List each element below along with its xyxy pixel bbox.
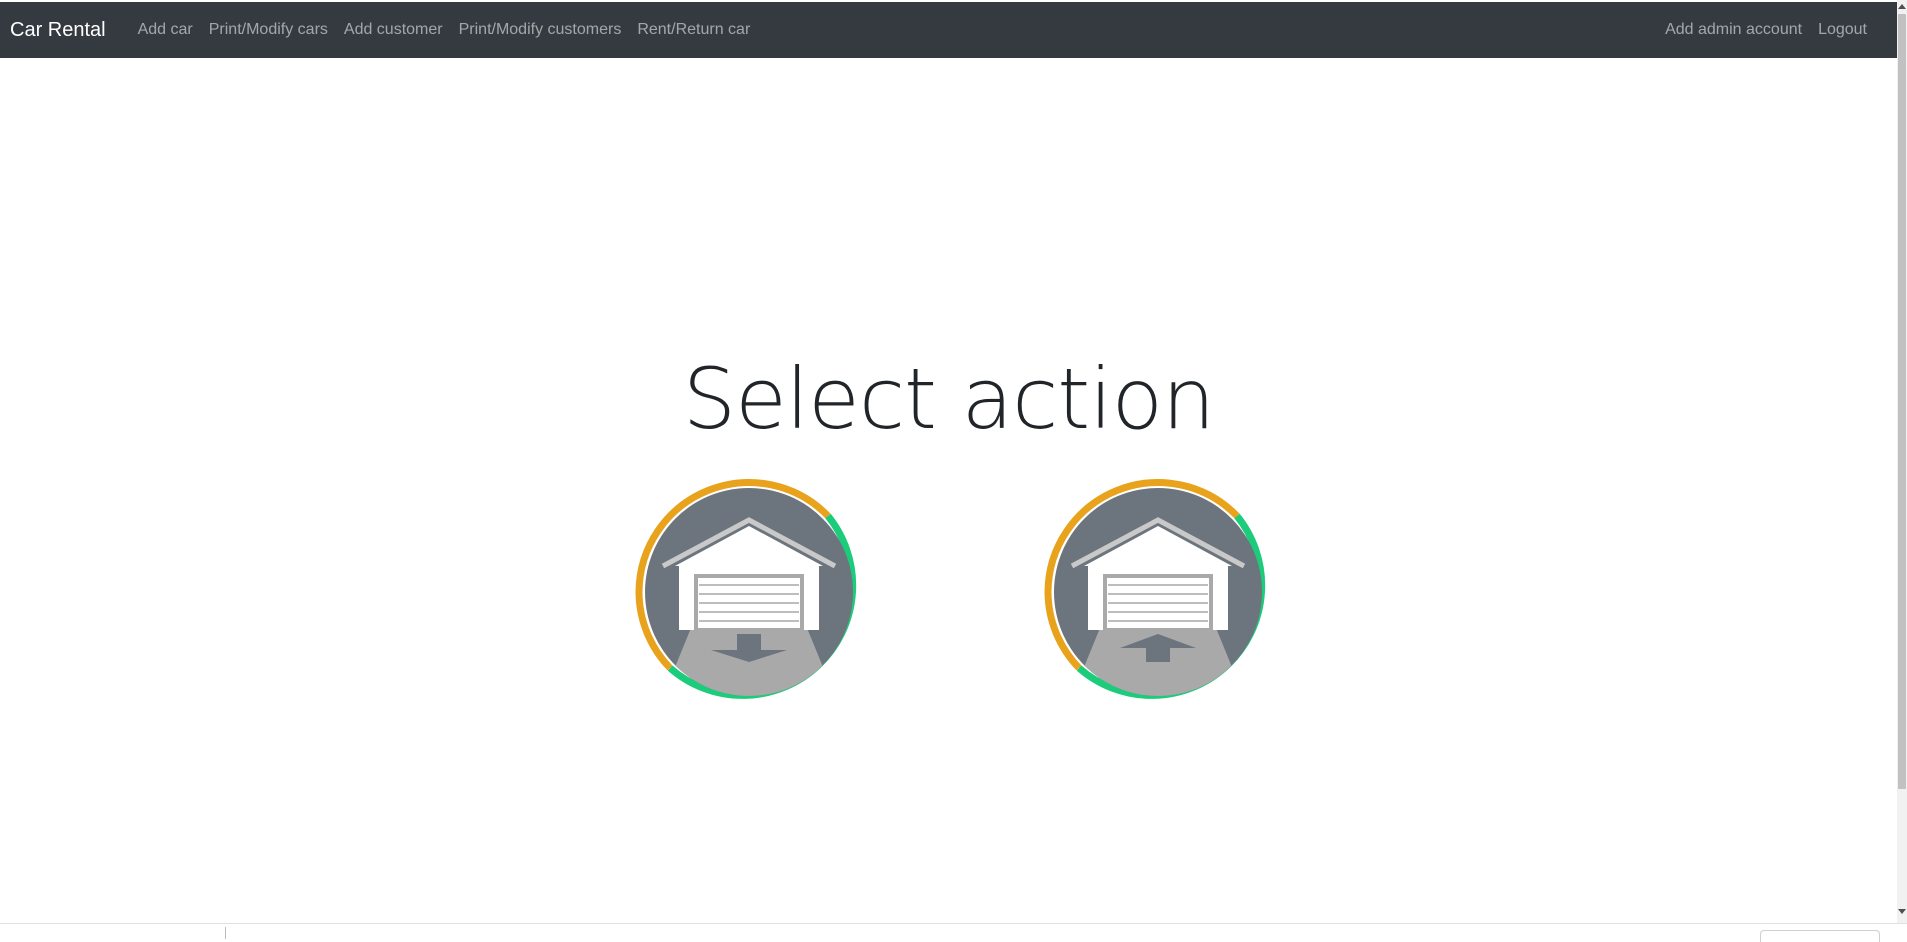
scroll-up-arrow-icon[interactable] [1898,4,1906,9]
garage-return-car-in-icon [1044,479,1271,705]
nav-right-menu: Add admin account Logout [1657,21,1875,39]
vertical-scrollbar[interactable] [1897,0,1907,923]
nav-add-customer[interactable]: Add customer [336,21,451,38]
bottom-status-bar [0,923,1907,942]
scroll-thumb[interactable] [1898,14,1906,789]
status-box [1760,930,1880,942]
nav-add-car[interactable]: Add car [130,21,201,38]
navbar-brand[interactable]: Car Rental [10,19,106,42]
scroll-down-arrow-icon[interactable] [1898,909,1906,914]
nav-rent-return-car[interactable]: Rent/Return car [629,21,758,38]
nav-logout[interactable]: Logout [1810,21,1875,38]
return-car-button[interactable] [1042,476,1274,708]
rent-car-button[interactable] [633,476,865,708]
status-divider [225,927,226,939]
nav-left-menu: Add car Print/Modify cars Add customer P… [130,21,759,39]
nav-print-modify-cars[interactable]: Print/Modify cars [201,21,336,38]
page-title: Select action [682,350,1215,448]
garage-rent-car-out-icon [635,479,862,705]
top-navbar: Car Rental Add car Print/Modify cars Add… [0,2,1897,58]
nav-add-admin-account[interactable]: Add admin account [1657,21,1810,38]
nav-print-modify-customers[interactable]: Print/Modify customers [451,21,630,38]
